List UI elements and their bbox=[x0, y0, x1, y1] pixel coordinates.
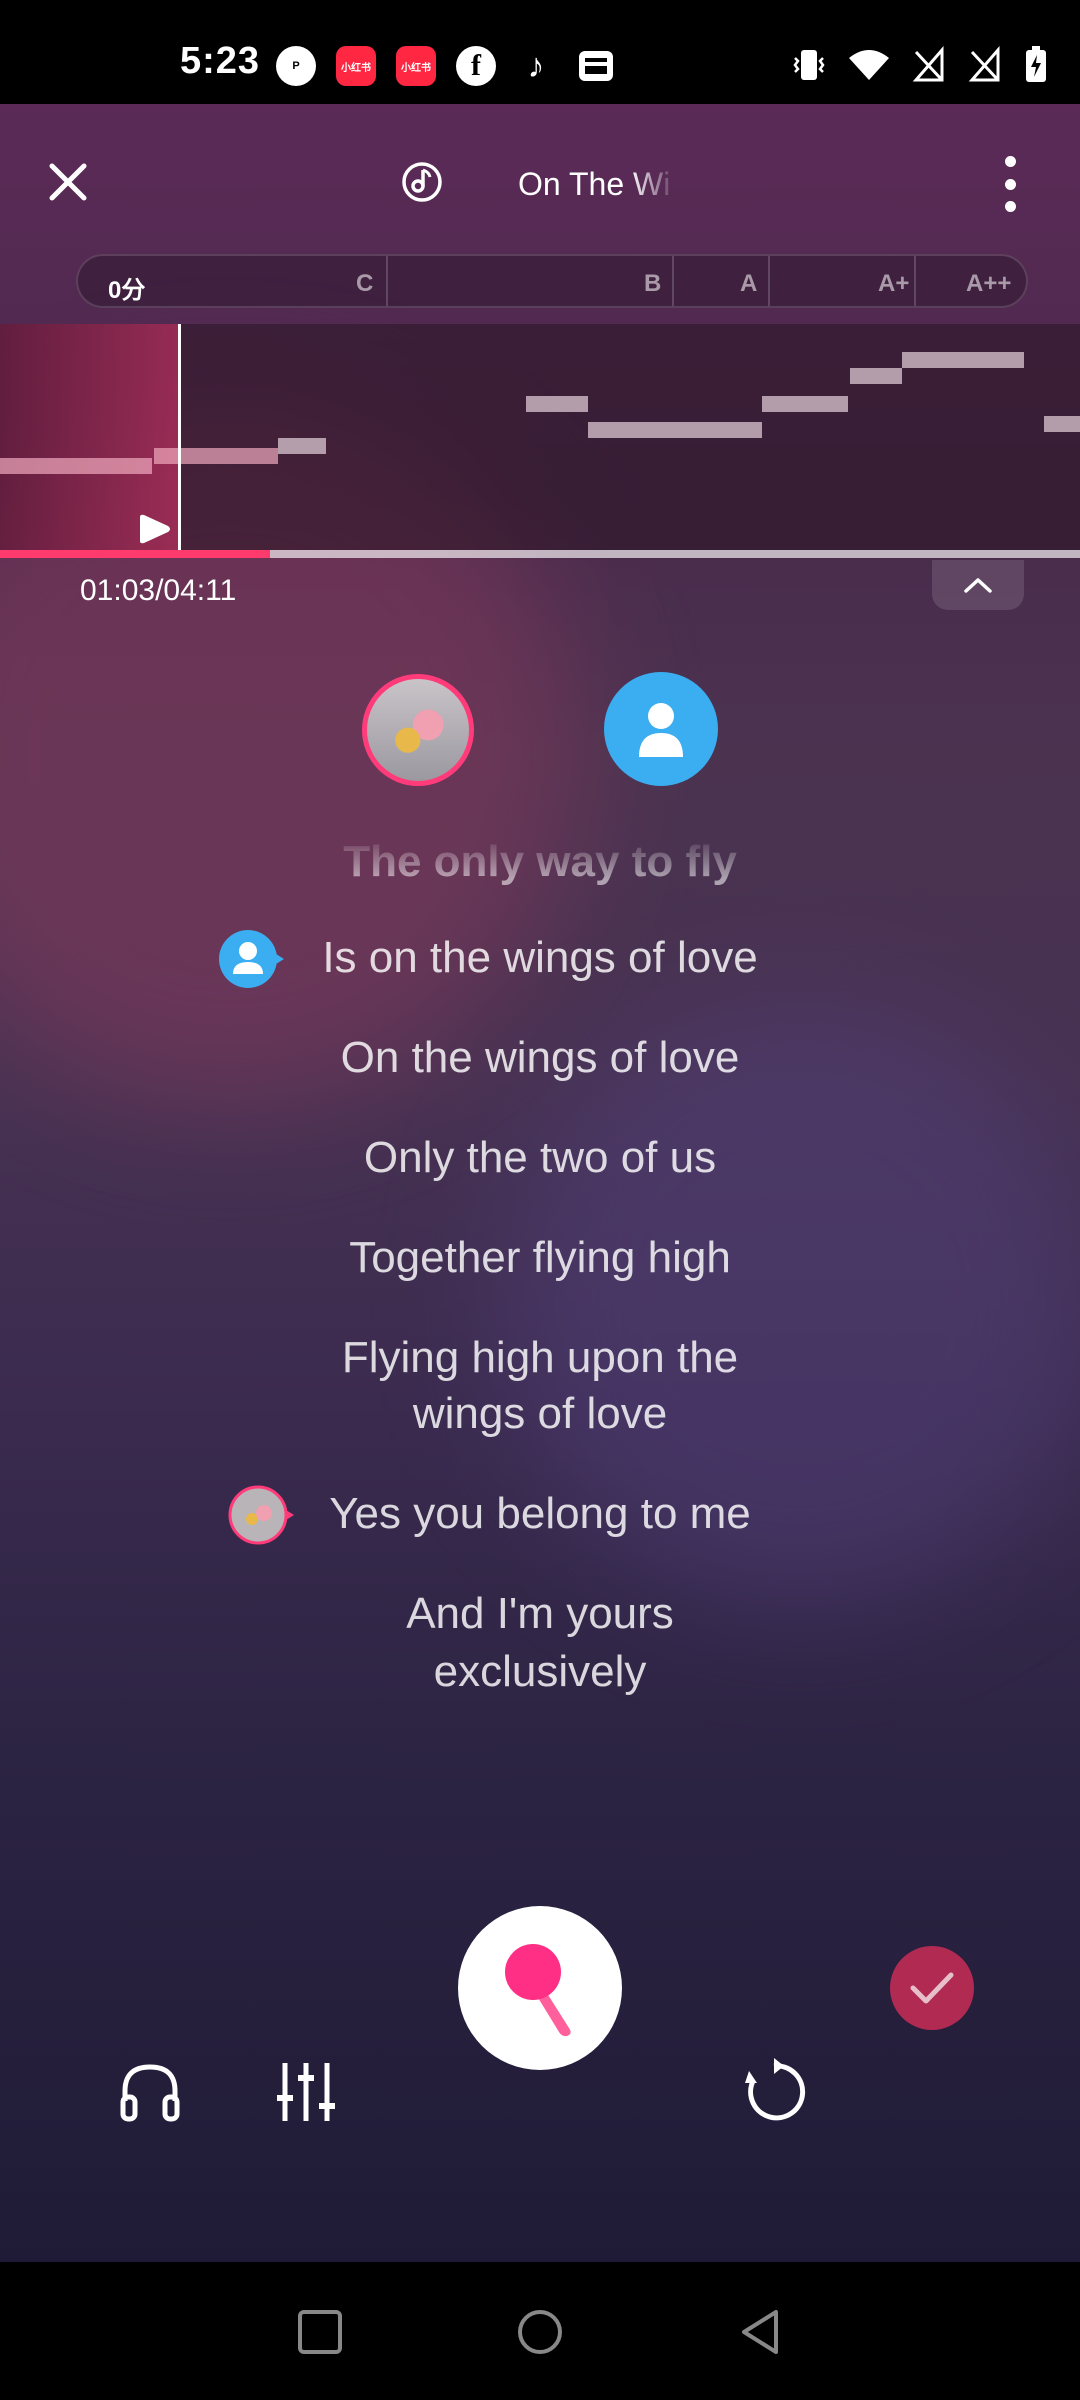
record-button[interactable] bbox=[458, 1906, 622, 2070]
grade-divider bbox=[768, 256, 770, 306]
battery-charging-icon bbox=[1026, 46, 1046, 82]
status-system-icons bbox=[792, 46, 1048, 84]
pitch-cursor-icon bbox=[140, 514, 170, 544]
singer-a-avatar[interactable] bbox=[362, 674, 474, 786]
system-nav-bar bbox=[0, 2262, 1080, 2400]
pitch-guide bbox=[0, 324, 1080, 550]
xiaohongshu-icon: 小红书 bbox=[336, 46, 376, 86]
restart-icon bbox=[745, 2058, 806, 2121]
grade-c: C bbox=[356, 270, 374, 297]
grade-b: B bbox=[644, 270, 662, 297]
status-notification-icons: P 小红书 小红书 f ♪ bbox=[276, 46, 616, 86]
singer-b-avatar[interactable] bbox=[604, 672, 718, 786]
no-signal-icon bbox=[968, 46, 1000, 82]
pitch-note bbox=[762, 396, 848, 412]
lyric-line: And I'm yours bbox=[406, 1589, 674, 1638]
equalizer-icon bbox=[277, 2063, 335, 2121]
playback-time: 01:03/04:11 bbox=[80, 574, 237, 607]
lyric-line: Flying high upon the bbox=[341, 1333, 739, 1382]
pitch-note bbox=[0, 458, 152, 474]
back-icon[interactable] bbox=[736, 2306, 788, 2358]
microphone-icon bbox=[505, 1944, 571, 2037]
singer-b-marker-icon bbox=[219, 930, 284, 988]
xiaohongshu-icon: 小红书 bbox=[396, 46, 436, 86]
grade-a: A bbox=[740, 270, 758, 297]
playback-progress-fill bbox=[0, 550, 270, 558]
playback-progress[interactable] bbox=[0, 550, 1080, 558]
user-icon bbox=[639, 703, 683, 757]
lyric-line: Only the two of us bbox=[363, 1133, 717, 1182]
lyric-line: Together flying high bbox=[349, 1233, 731, 1282]
pitch-note bbox=[902, 352, 1024, 368]
finish-button[interactable] bbox=[890, 1946, 974, 2030]
music-disc-icon[interactable] bbox=[400, 160, 444, 204]
pitch-note bbox=[1044, 416, 1080, 432]
wifi-icon bbox=[849, 50, 889, 80]
pitch-note bbox=[154, 448, 278, 464]
more-options-icon[interactable] bbox=[996, 156, 1024, 212]
pitch-note bbox=[526, 396, 588, 412]
score-bar: 0分 C B A A+ A++ bbox=[76, 254, 1028, 308]
home-icon[interactable] bbox=[514, 2306, 566, 2358]
headphones-button[interactable] bbox=[112, 2054, 188, 2130]
recent-apps-icon[interactable] bbox=[294, 2306, 346, 2358]
grade-a-plus-plus: A++ bbox=[966, 270, 1012, 297]
lyric-line: On the wings of love bbox=[340, 1033, 740, 1082]
headphones-icon bbox=[120, 2064, 180, 2122]
grade-divider bbox=[914, 256, 916, 306]
grade-divider bbox=[672, 256, 674, 306]
lyric-line: Yes you belong to me bbox=[329, 1489, 751, 1538]
p-app-icon: P bbox=[276, 46, 316, 86]
close-icon[interactable] bbox=[40, 154, 96, 210]
wallet-icon bbox=[576, 46, 616, 86]
vibrate-icon bbox=[793, 50, 825, 80]
grade-divider bbox=[386, 256, 388, 306]
pitch-note bbox=[278, 438, 326, 454]
restart-button[interactable] bbox=[736, 2054, 812, 2130]
lyric-line: wings of love bbox=[412, 1389, 668, 1438]
lyric-line: exclusively bbox=[433, 1647, 647, 1696]
pitch-note bbox=[850, 368, 902, 384]
singer-a-marker-icon bbox=[228, 1485, 294, 1545]
facebook-icon: f bbox=[456, 46, 496, 86]
grade-a-plus: A+ bbox=[878, 270, 910, 297]
song-title[interactable]: On The Wi bbox=[518, 166, 678, 203]
checkmark-icon bbox=[910, 1972, 954, 2004]
mixer-button[interactable] bbox=[268, 2054, 344, 2130]
pitch-now-line bbox=[178, 324, 181, 550]
chevron-up-icon bbox=[964, 578, 992, 593]
status-time: 5:23 bbox=[180, 40, 261, 82]
status-bar: 5:23 P 小红书 小红书 f ♪ bbox=[0, 0, 1080, 104]
no-signal-icon bbox=[912, 46, 944, 82]
current-score: 0分 bbox=[108, 277, 146, 304]
pitch-note bbox=[588, 422, 762, 438]
lyric-line-previous: The only way to fly bbox=[343, 837, 737, 886]
top-bar: On The Wi bbox=[0, 104, 1080, 254]
collapse-button[interactable] bbox=[932, 560, 1024, 610]
lyric-line: Is on the wings of love bbox=[322, 933, 758, 982]
tiktok-icon: ♪ bbox=[527, 46, 545, 85]
